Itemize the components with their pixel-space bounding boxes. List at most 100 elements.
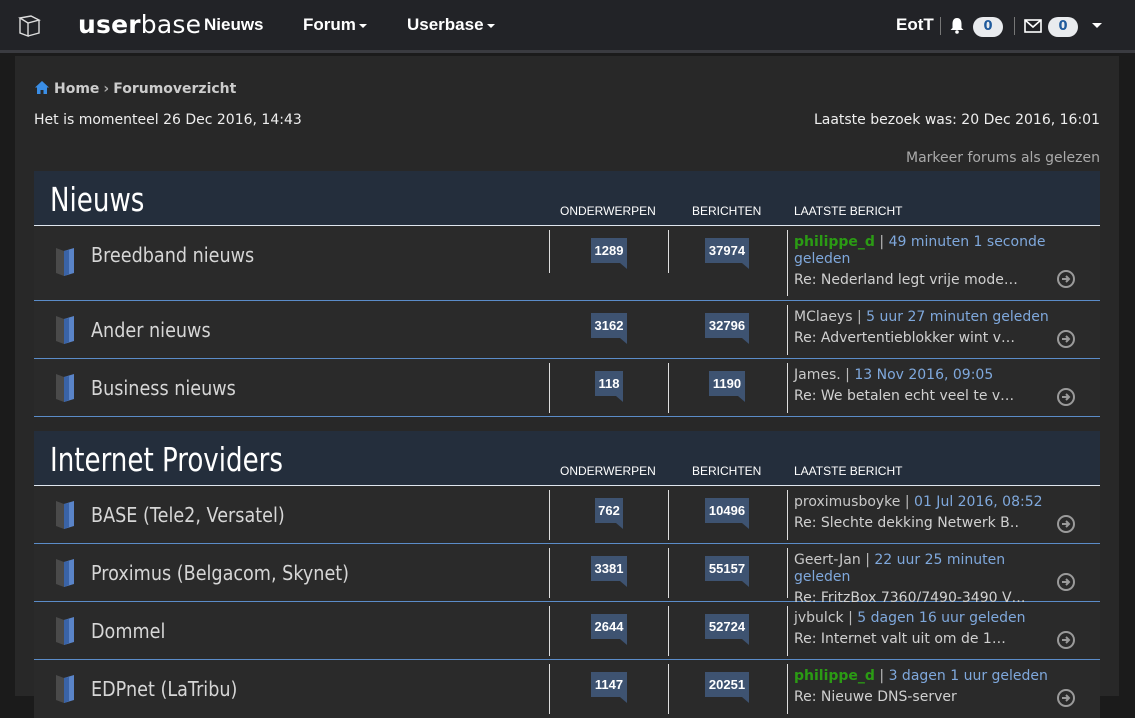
topics-count: 3381: [591, 556, 627, 587]
column-header-topics: ONDERWERPEN: [560, 204, 656, 218]
last-post-time[interactable]: 3 dagen 1 uur geleden: [889, 668, 1048, 684]
column-divider: [668, 230, 669, 273]
forum-name[interactable]: BASE (Tele2, Versatel): [91, 503, 285, 527]
category-nieuws: Nieuws ONDERWERPEN BERICHTEN LAATSTE BER…: [34, 171, 1100, 417]
forum-row: Dommel 2644 52724 jvbulck | 5 dagen 16 u…: [34, 602, 1100, 660]
column-header-topics: ONDERWERPEN: [560, 464, 656, 478]
forum-folder-icon: [56, 374, 74, 402]
column-divider: [787, 230, 788, 296]
go-to-post-icon[interactable]: [1056, 630, 1076, 650]
forum-row: Proximus (Belgacom, Skynet) 3381 55157 G…: [34, 544, 1100, 606]
site-logo[interactable]: userbase: [78, 10, 201, 39]
last-post: philippe_d | 3 dagen 1 uur geleden Re: N…: [794, 668, 1064, 706]
last-post-time[interactable]: 5 uur 27 minuten geleden: [866, 309, 1049, 325]
last-post-author[interactable]: philippe_d: [794, 668, 875, 684]
column-divider: [668, 490, 669, 540]
forum-name[interactable]: Ander nieuws: [91, 318, 211, 342]
column-divider: [549, 230, 550, 273]
caret-down-icon: [358, 23, 367, 28]
last-post-subject[interactable]: Re: Nieuwe DNS-server: [794, 689, 1019, 706]
last-post-time[interactable]: 5 dagen 16 uur geleden: [857, 610, 1025, 626]
last-post-subject[interactable]: Re: We betalen echt veel te v…: [794, 388, 1019, 405]
forum-row: BASE (Tele2, Versatel) 762 10496 proximu…: [34, 486, 1100, 544]
last-post: James. | 13 Nov 2016, 09:05 Re: We betal…: [794, 367, 1064, 405]
pipe-separator: |: [879, 234, 885, 250]
posts-count: 37974: [705, 238, 749, 269]
last-post-author[interactable]: Geert-Jan: [794, 552, 861, 568]
breadcrumb-separator: ›: [103, 81, 110, 97]
current-time: Het is momenteel 26 Dec 2016, 14:43: [34, 112, 302, 128]
pipe-separator: |: [904, 494, 910, 510]
posts-count: 55157: [705, 556, 749, 587]
pipe-separator: |: [865, 552, 870, 568]
home-icon[interactable]: [34, 80, 50, 95]
posts-count: 32796: [705, 313, 749, 344]
topics-count: 1289: [591, 238, 627, 269]
go-to-post-icon[interactable]: [1056, 329, 1076, 349]
column-divider: [668, 606, 669, 656]
pipe-separator: |: [848, 610, 853, 626]
nav-forum-dropdown[interactable]: Forum: [303, 15, 367, 35]
forum-name[interactable]: Breedband nieuws: [91, 243, 254, 267]
go-to-post-icon[interactable]: [1056, 572, 1076, 592]
last-post: Geert-Jan | 22 uur 25 minuten geleden Re…: [794, 552, 1064, 607]
category-header: Nieuws ONDERWERPEN BERICHTEN LAATSTE BER…: [34, 171, 1100, 226]
forum-name[interactable]: Proximus (Belgacom, Skynet): [91, 561, 349, 585]
category-internet-providers: Internet Providers ONDERWERPEN BERICHTEN…: [34, 431, 1100, 718]
bell-icon[interactable]: [949, 17, 965, 34]
forum-row: Business nieuws 118 1190 James. | 13 Nov…: [34, 359, 1100, 417]
nav-nieuws[interactable]: Nieuws: [204, 15, 264, 35]
last-post-author[interactable]: proximusboyke: [794, 494, 900, 510]
forum-name[interactable]: Business nieuws: [91, 376, 236, 400]
pipe-separator: |: [845, 367, 850, 383]
chevron-down-icon[interactable]: [1091, 22, 1103, 30]
forum-folder-icon: [56, 617, 74, 645]
last-visit: Laatste bezoek was: 20 Dec 2016, 16:01: [813, 112, 1100, 128]
breadcrumb: Home › Forumoverzicht: [34, 80, 236, 97]
last-post-subject[interactable]: Re: Internet valt uit om de 1…: [794, 631, 1019, 648]
last-post-subject[interactable]: Re: Nederland legt vrije mode…: [794, 272, 1019, 289]
notifications-badge[interactable]: 0: [973, 17, 1003, 37]
posts-count: 52724: [705, 614, 749, 645]
envelope-icon[interactable]: [1024, 19, 1042, 33]
go-to-post-icon[interactable]: [1056, 387, 1076, 407]
forum-folder-icon: [56, 501, 74, 529]
separator: [940, 17, 941, 35]
last-post-author[interactable]: jvbulck: [794, 610, 844, 626]
caret-down-icon: [486, 23, 495, 28]
last-post: philippe_d | 49 minuten 1 seconde gelede…: [794, 234, 1064, 289]
breadcrumb-current[interactable]: Forumoverzicht: [113, 81, 236, 97]
current-user[interactable]: EotT: [896, 15, 934, 35]
category-header: Internet Providers ONDERWERPEN BERICHTEN…: [34, 431, 1100, 486]
last-post: MClaeys | 5 uur 27 minuten geleden Re: A…: [794, 309, 1064, 347]
column-divider: [668, 363, 669, 413]
last-post-author[interactable]: MClaeys: [794, 309, 853, 325]
messages-badge[interactable]: 0: [1048, 17, 1078, 37]
go-to-post-icon[interactable]: [1056, 688, 1076, 708]
nav-userbase-dropdown[interactable]: Userbase: [407, 15, 495, 35]
pipe-separator: |: [856, 309, 862, 325]
last-post-author[interactable]: James.: [794, 367, 841, 383]
forum-name[interactable]: Dommel: [91, 619, 165, 643]
last-post-author[interactable]: philippe_d: [794, 234, 875, 250]
topics-count: 3162: [591, 313, 627, 344]
category-title[interactable]: Nieuws: [50, 180, 144, 219]
forum-row: Ander nieuws 3162 32796 MClaeys | 5 uur …: [34, 301, 1100, 359]
category-title[interactable]: Internet Providers: [50, 440, 283, 479]
book-logo-icon[interactable]: [17, 14, 43, 38]
go-to-post-icon[interactable]: [1056, 269, 1076, 289]
column-divider: [787, 305, 788, 355]
breadcrumb-home[interactable]: Home: [54, 81, 99, 97]
forum-name[interactable]: EDPnet (LaTribu): [91, 677, 237, 701]
forum-folder-icon: [56, 316, 74, 344]
last-post-time[interactable]: 01 Jul 2016, 08:52: [914, 494, 1042, 510]
mark-forums-read-link[interactable]: Markeer forums als gelezen: [906, 150, 1100, 166]
column-header-posts: BERICHTEN: [692, 204, 762, 218]
last-post-subject[interactable]: Re: Slechte dekking Netwerk B…: [794, 515, 1019, 532]
column-header-posts: BERICHTEN: [692, 464, 762, 478]
top-navbar: userbase Nieuws Forum Userbase EotT 0 0: [0, 0, 1135, 53]
last-post-subject[interactable]: Re: Advertentieblokker wint v…: [794, 330, 1019, 347]
go-to-post-icon[interactable]: [1056, 514, 1076, 534]
last-post-time[interactable]: 13 Nov 2016, 09:05: [854, 367, 993, 383]
topics-count: 2644: [591, 614, 627, 645]
